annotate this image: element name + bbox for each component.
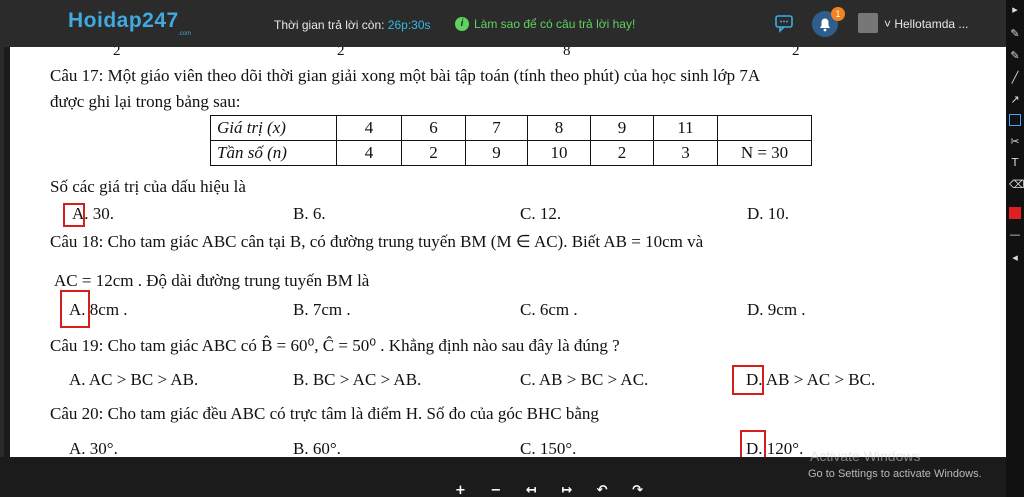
table-cell (717, 115, 812, 141)
table-cell: 9 (465, 140, 528, 166)
q18-option-b: B. 7cm . (293, 300, 351, 319)
collapse-icon[interactable]: ◂ (1009, 252, 1021, 264)
table-cell: Tần số (n) (210, 140, 337, 166)
table-cell: N = 30 (717, 140, 812, 166)
table-cell: Giá trị (x) (210, 115, 337, 141)
stroke-width-icon[interactable]: — (1009, 229, 1021, 241)
q17-option-d: D. 10. (747, 204, 790, 223)
info-icon: i (455, 17, 469, 31)
windows-watermark-text: Go to Settings to activate Windows. (808, 468, 982, 480)
site-logo-sub: .com (178, 31, 192, 37)
site-logo[interactable]: Hoidap247 (68, 9, 179, 33)
left-edge (0, 47, 4, 457)
notification-badge: 1 (831, 7, 845, 21)
frequency-table: Giá trị (x) 4 6 7 8 9 11 Tần số (n) 4 2 … (210, 115, 812, 166)
q17-text-line2: được ghi lại trong bảng sau: (50, 92, 241, 111)
table-cell: 2 (401, 140, 466, 166)
text-icon[interactable]: T (1009, 157, 1021, 169)
q17-text-line1: Câu 17: Một giáo viên theo dõi thời gian… (50, 66, 761, 85)
highlighter-icon[interactable]: ✎ (1009, 50, 1021, 62)
username-menu[interactable]: ˅ Hellotamda ... (884, 17, 968, 31)
line-icon[interactable]: ╱ (1009, 72, 1021, 84)
help-link[interactable]: i Làm sao để có câu trả lời hay! (455, 17, 635, 31)
table-cell: 9 (590, 115, 654, 141)
zoom-and-undo-controls[interactable]: + − ↤ ↦ ↶ ↷ (455, 483, 653, 497)
q18-text-line1: Câu 18: Cho tam giác ABC cân tại B, có đ… (50, 232, 704, 251)
table-row: Tần số (n) 4 2 9 10 2 3 N = 30 (210, 140, 812, 166)
q19-text-line1: Câu 19: Cho tam giác ABC có B̂ = 60⁰, Ĉ … (50, 336, 620, 355)
rectangle-icon[interactable] (1009, 114, 1021, 126)
table-cell: 8 (527, 115, 591, 141)
q19-option-d: D. AB > AC > BC. (746, 370, 876, 389)
windows-watermark-title: Activate Windows (810, 448, 921, 464)
arrow-icon[interactable]: ↗ (1009, 94, 1021, 106)
answer-mark-box (60, 290, 90, 328)
q19-option-b: B. BC > AC > AB. (293, 370, 422, 389)
q20-text-line1: Câu 20: Cho tam giác đều ABC có trực tâm… (50, 404, 599, 423)
timer-value: 26p:30s (387, 18, 431, 32)
color-swatch-icon[interactable] (1009, 207, 1021, 219)
table-cell: 10 (527, 140, 591, 166)
fraction-digit: 8 (563, 47, 571, 59)
top-bar: Hoidap247 .com Thời gian trả lời còn: 26… (0, 0, 1006, 47)
q18-option-c: C. 6cm . (520, 300, 578, 319)
username: Hellotamda ... (894, 17, 969, 31)
table-row: Giá trị (x) 4 6 7 8 9 11 (210, 115, 812, 141)
help-text: Làm sao để có câu trả lời hay! (474, 17, 636, 31)
question-image: 2 2 8 2 Câu 17: Một giáo viên theo dõi t… (10, 47, 1006, 457)
q18-option-d: D. 9cm . (747, 300, 806, 319)
table-cell: 6 (401, 115, 466, 141)
q17-option-c: C. 12. (520, 204, 562, 223)
table-cell: 3 (653, 140, 718, 166)
q19-option-c: C. AB > BC > AC. (520, 370, 649, 389)
fraction-digit: 2 (113, 47, 121, 59)
q19-option-a: A. AC > BC > AB. (69, 370, 199, 389)
q20-option-c: C. 150°. (520, 439, 577, 457)
pen-icon[interactable]: ✎ (1009, 28, 1021, 40)
scissors-icon[interactable]: ✂ (1009, 136, 1021, 148)
q20-option-a: A. 30°. (69, 439, 118, 457)
q17-option-b: B. 6. (293, 204, 326, 223)
answer-mark-box (732, 365, 764, 395)
avatar[interactable] (858, 13, 878, 33)
annotation-toolbar: ▸ ✎ ✎ ╱ ↗ ✂ T ⌫ — ◂ (1006, 0, 1024, 497)
answer-mark-box (63, 203, 85, 227)
q20-option-b: B. 60°. (293, 439, 341, 457)
answer-mark-box (740, 430, 766, 457)
fraction-digit: 2 (337, 47, 345, 59)
q18-text-line2: AC = 12cm . Độ dài đường trung tuyến BM … (54, 271, 370, 290)
screen: Hoidap247 .com Thời gian trả lời còn: 26… (0, 0, 1024, 497)
table-cell: 11 (653, 115, 718, 141)
fraction-digit: 2 (792, 47, 800, 59)
cursor-icon[interactable]: ▸ (1009, 4, 1021, 16)
table-cell: 4 (336, 140, 402, 166)
table-cell: 2 (590, 140, 654, 166)
chat-icon[interactable] (774, 13, 794, 33)
q17-question: Số các giá trị của dấu hiệu là (50, 177, 246, 196)
answer-timer: Thời gian trả lời còn: 26p:30s (274, 18, 431, 32)
eraser-icon[interactable]: ⌫ (1009, 179, 1024, 191)
table-cell: 7 (465, 115, 528, 141)
chevron-down-icon: ˅ (884, 17, 895, 31)
table-cell: 4 (336, 115, 402, 141)
timer-label: Thời gian trả lời còn: (274, 18, 385, 32)
